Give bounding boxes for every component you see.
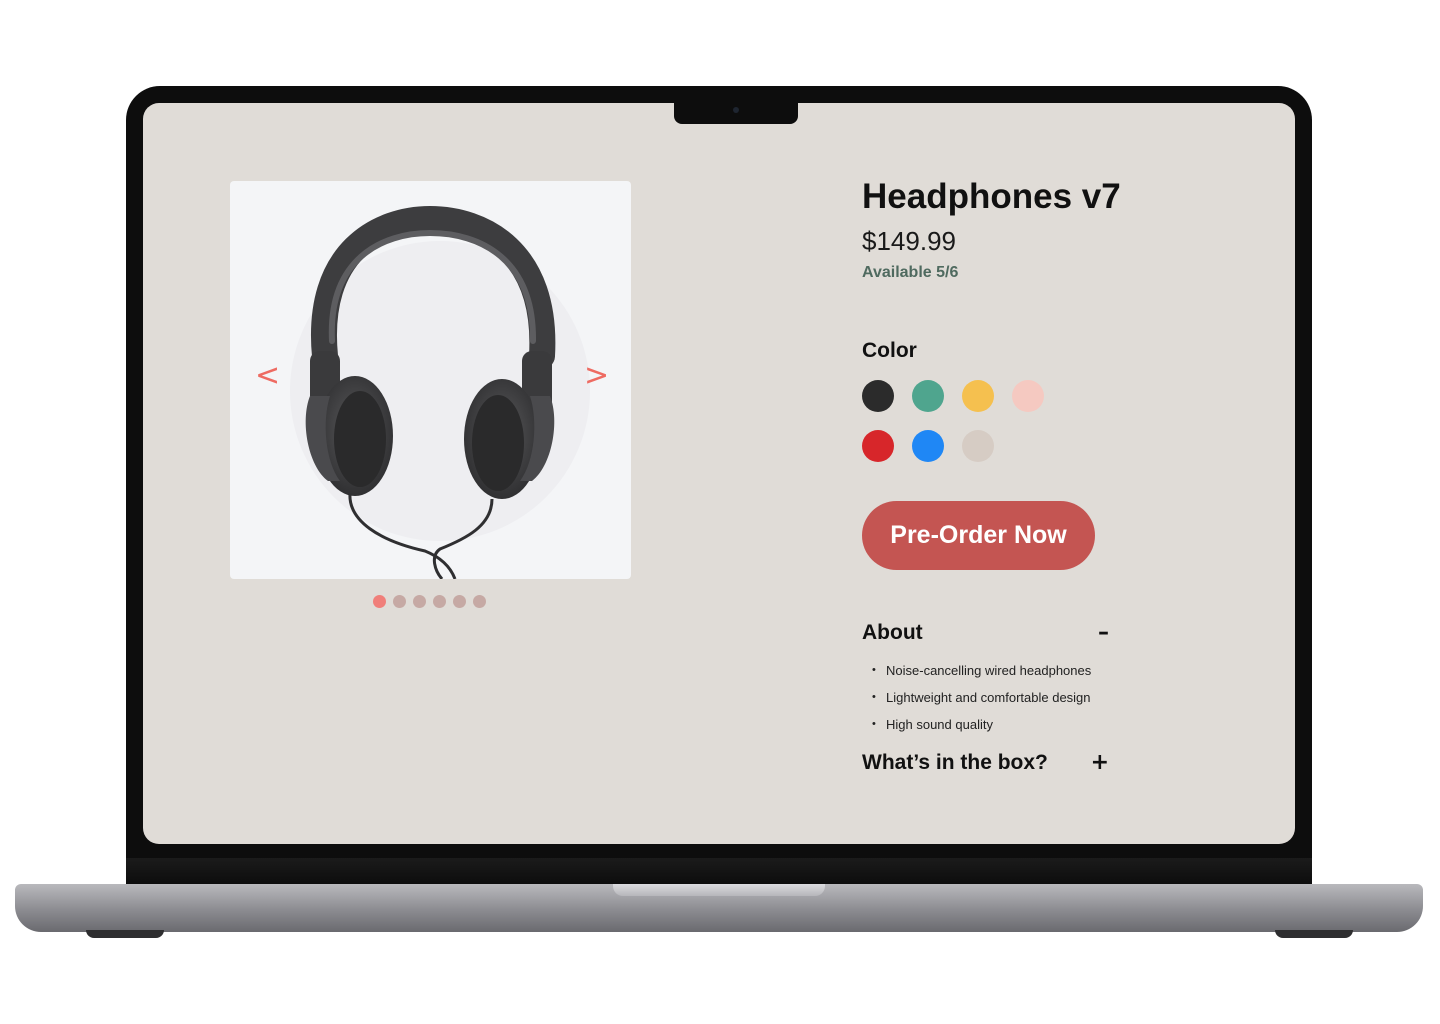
headphones-image	[290, 205, 590, 579]
color-swatch-6[interactable]	[912, 430, 944, 462]
laptop-screen: < > Headphones v7 $149.99 Available 5/6 …	[143, 103, 1295, 844]
minus-icon: –	[1098, 620, 1109, 645]
color-swatches	[862, 380, 1062, 462]
color-swatch-2[interactable]	[912, 380, 944, 412]
pagination-dot[interactable]	[413, 595, 426, 608]
list-item: Lightweight and comfortable design	[872, 684, 1091, 711]
gallery-pagination	[373, 595, 486, 608]
color-swatch-3[interactable]	[962, 380, 994, 412]
pagination-dot[interactable]	[373, 595, 386, 608]
product-gallery: < >	[230, 181, 631, 579]
color-label: Color	[862, 339, 917, 362]
availability-text: Available 5/6	[862, 264, 959, 281]
pagination-dot[interactable]	[453, 595, 466, 608]
whats-in-box-title: What’s in the box?	[862, 750, 1048, 774]
laptop-foot-right	[1275, 930, 1353, 938]
previous-image-button[interactable]: <	[255, 361, 280, 391]
camera-notch	[674, 103, 798, 124]
laptop-base	[15, 884, 1423, 932]
list-item: Noise-cancelling wired headphones	[872, 657, 1091, 684]
about-accordion-header[interactable]: About –	[862, 620, 1109, 645]
laptop-chin	[126, 858, 1312, 886]
pagination-dot[interactable]	[433, 595, 446, 608]
camera-icon	[733, 107, 739, 113]
laptop-opening-notch	[613, 884, 825, 896]
color-swatch-5[interactable]	[862, 430, 894, 462]
product-price: $149.99	[862, 226, 956, 256]
laptop-foot-left	[86, 930, 164, 938]
pre-order-button[interactable]: Pre-Order Now	[862, 501, 1095, 570]
about-title: About	[862, 620, 923, 644]
plus-icon: +	[1090, 750, 1109, 775]
product-title: Headphones v7	[862, 177, 1121, 216]
laptop-lid: < > Headphones v7 $149.99 Available 5/6 …	[126, 86, 1312, 886]
whats-in-box-accordion-header[interactable]: What’s in the box? +	[862, 750, 1109, 775]
about-list: Noise-cancelling wired headphones Lightw…	[872, 657, 1091, 738]
color-swatch-1[interactable]	[862, 380, 894, 412]
color-swatch-7[interactable]	[962, 430, 994, 462]
color-swatch-4[interactable]	[1012, 380, 1044, 412]
pagination-dot[interactable]	[473, 595, 486, 608]
pagination-dot[interactable]	[393, 595, 406, 608]
next-image-button[interactable]: >	[584, 361, 609, 391]
list-item: High sound quality	[872, 711, 1091, 738]
